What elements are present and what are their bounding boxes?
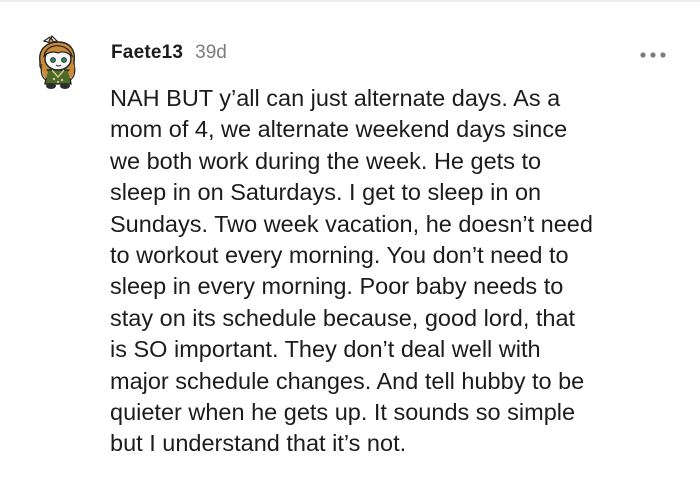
- comment-line: mom of 4, we alternate weekend days sinc…: [110, 116, 568, 143]
- comment-header: Faete13 39d: [111, 42, 227, 64]
- timestamp: 39d: [195, 42, 227, 63]
- comment-line: is SO important. They don’t deal well wi…: [110, 336, 541, 363]
- comment-line: stay on its schedule because, good lord,…: [110, 304, 576, 331]
- comment-line: we both work during the week. He gets to: [110, 147, 542, 174]
- more-horizontal-icon: [640, 52, 666, 58]
- snoo-avatar-icon[interactable]: [30, 32, 92, 94]
- username-link[interactable]: Faete13: [111, 42, 183, 64]
- avatar-graphic: [39, 34, 76, 89]
- more-options-button[interactable]: [636, 46, 670, 64]
- comment-line: major schedule changes. And tell hubby t…: [110, 367, 585, 394]
- comment-line: but I understand that it’s not.: [110, 430, 407, 457]
- comment-line: sleep in on Saturdays. I get to sleep in…: [110, 179, 542, 206]
- comment-line: NAH BUT y’all can just alternate days. A…: [110, 85, 561, 111]
- comment-line: sleep in every morning. Poor baby needs …: [110, 273, 564, 300]
- comment-line: to workout every morning. You don’t need…: [110, 242, 569, 269]
- comment-body: NAH BUT y’all can just alternate days. A…: [110, 83, 670, 460]
- comment-line: quieter when he gets up. It sounds so si…: [110, 399, 576, 426]
- comment: Faete13 39d NAH BUT y’all can just alter…: [0, 0, 700, 486]
- comment-line: Sundays. Two week vacation, he doesn’t n…: [110, 210, 593, 237]
- page: Faete13 39d NAH BUT y’all can just alter…: [0, 0, 700, 486]
